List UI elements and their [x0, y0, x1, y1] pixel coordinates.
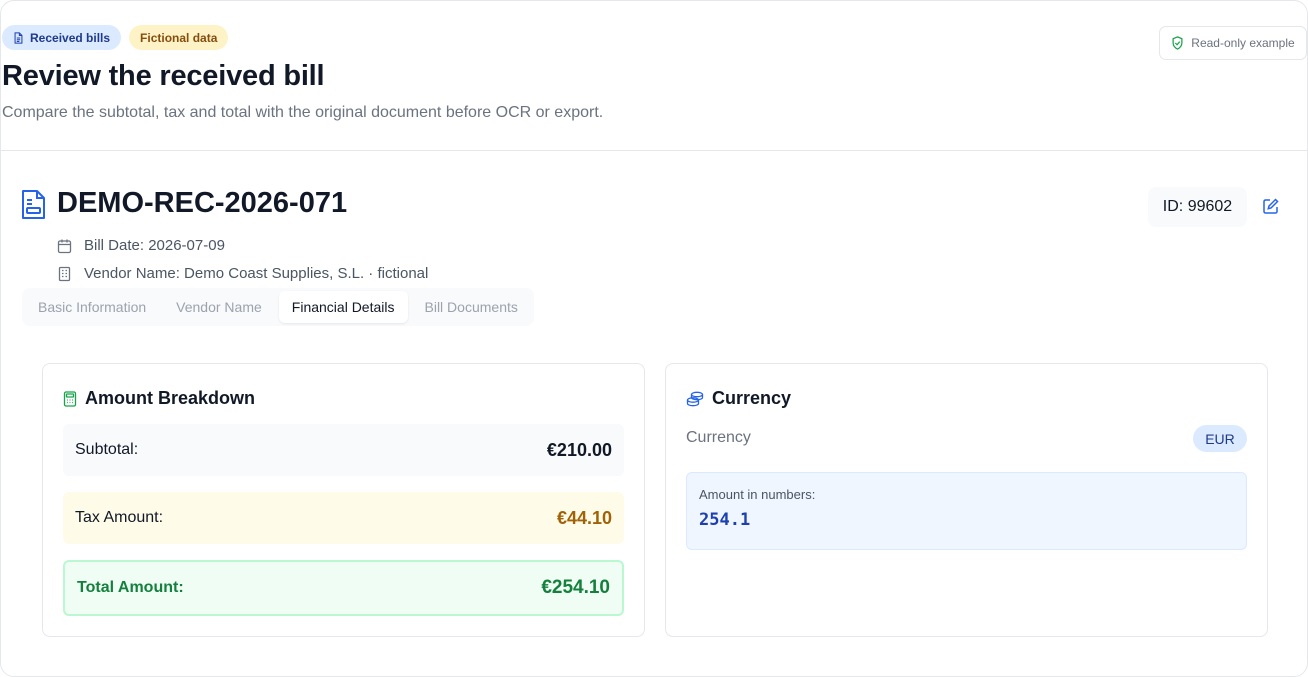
fictional-data-badge: Fictional data	[129, 25, 229, 50]
calendar-icon	[57, 239, 72, 253]
amount-in-numbers-box: Amount in numbers: 254.1	[686, 472, 1247, 550]
page-subtitle: Compare the subtotal, tax and total with…	[2, 104, 604, 121]
tax-label: Tax Amount:	[75, 509, 164, 526]
tab-vendor-name[interactable]: Vendor Name	[163, 291, 275, 323]
received-bills-label: Received bills	[30, 30, 111, 45]
document-icon	[14, 31, 23, 44]
bill-date: Bill Date: 2026-07-09	[84, 237, 225, 254]
read-only-indicator: Read-only example	[1159, 26, 1307, 60]
amount-in-numbers-value: 254.1	[699, 510, 751, 530]
total-label: Total Amount:	[77, 579, 184, 596]
currency-label: Currency	[686, 429, 751, 446]
calculator-icon	[63, 390, 77, 407]
header-badges: Received bills Fictional data	[2, 25, 229, 50]
currency-heading: Currency	[686, 388, 791, 409]
currency-code-badge: EUR	[1193, 425, 1247, 452]
total-row: Total Amount: €254.10	[63, 560, 624, 616]
subtotal-row: Subtotal: €210.00	[63, 424, 624, 476]
page-title: Review the received bill	[2, 60, 325, 92]
coins-icon	[686, 391, 704, 406]
received-bills-badge: Received bills	[2, 25, 122, 50]
edit-icon[interactable]	[1262, 197, 1280, 215]
amount-breakdown-card: Amount Breakdown Subtotal: €210.00 Tax A…	[42, 363, 645, 637]
tab-financial-details[interactable]: Financial Details	[278, 291, 408, 323]
tab-bar: Basic Information Vendor Name Financial …	[22, 288, 534, 326]
amount-breakdown-title: Amount Breakdown	[85, 388, 256, 408]
page-header: Received bills Fictional data Review the…	[1, 1, 1307, 151]
total-value: €254.10	[541, 577, 610, 598]
read-only-label: Read-only example	[1191, 36, 1295, 50]
tax-value: €44.10	[556, 507, 612, 528]
fictional-data-label: Fictional data	[140, 30, 218, 45]
file-invoice-icon	[22, 190, 45, 219]
amount-in-numbers-label: Amount in numbers:	[699, 487, 816, 502]
vendor-name: Vendor Name: Demo Coast Supplies, S.L. ·…	[84, 265, 429, 282]
tab-bill-documents[interactable]: Bill Documents	[412, 291, 531, 323]
shield-check-icon	[1172, 36, 1183, 50]
bill-number: DEMO-REC-2026-071	[57, 187, 348, 219]
subtotal-value: €210.00	[546, 439, 612, 460]
subtotal-label: Subtotal:	[75, 441, 139, 458]
app-frame: Received bills Fictional data Review the…	[0, 0, 1308, 677]
currency-card: Currency Currency EUR Amount in numbers:…	[665, 363, 1268, 637]
currency-title: Currency	[712, 388, 792, 408]
tax-row: Tax Amount: €44.10	[63, 492, 624, 544]
amount-breakdown-heading: Amount Breakdown	[63, 388, 255, 409]
building-icon	[58, 266, 71, 281]
bill-date-row: Bill Date: 2026-07-09	[57, 237, 225, 254]
tab-basic-information[interactable]: Basic Information	[25, 291, 159, 323]
bill-id-chip: ID: 99602	[1148, 187, 1247, 227]
vendor-row: Vendor Name: Demo Coast Supplies, S.L. ·…	[57, 265, 428, 282]
